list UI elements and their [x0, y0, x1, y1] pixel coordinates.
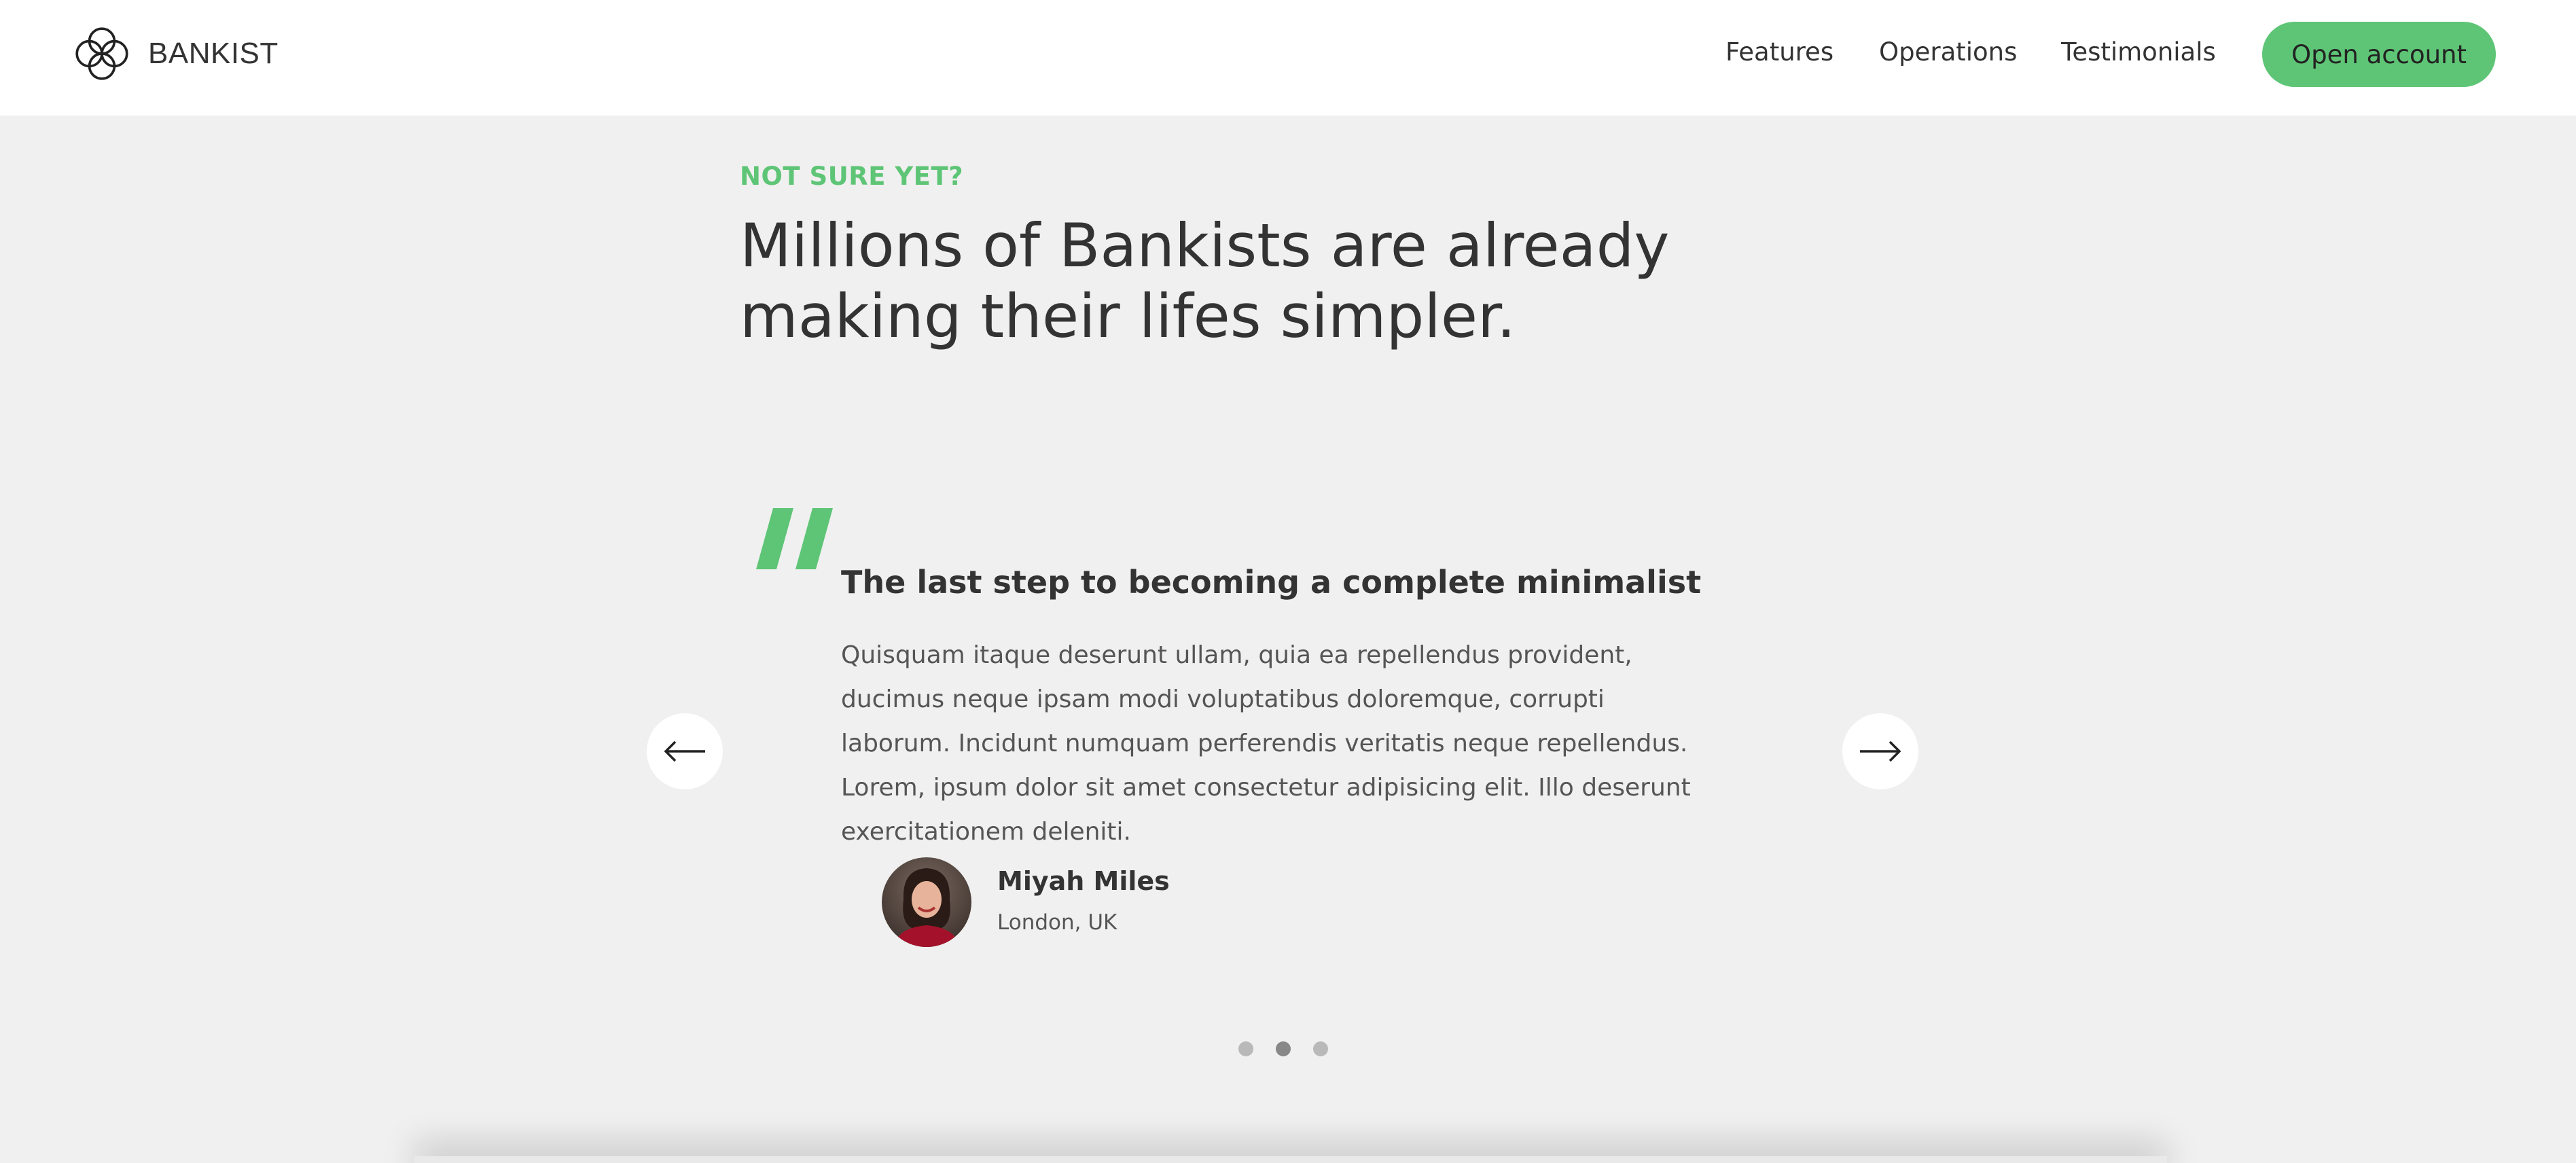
- author-name: Miyah Miles: [997, 866, 1170, 896]
- slider-previous-button[interactable]: [647, 713, 723, 789]
- testimonial-text: Quisquam itaque deserunt ullam, quia ea …: [841, 641, 1691, 846]
- nav-link-features[interactable]: Features: [1725, 37, 1833, 67]
- avatar-photo-icon: [882, 857, 971, 947]
- brand-logo[interactable]: BANKIST: [71, 23, 279, 84]
- brand-name: BANKIST: [148, 37, 279, 70]
- slider-dot-2[interactable]: [1276, 1041, 1291, 1056]
- slider-next-button[interactable]: [1842, 713, 1918, 789]
- slider-dots: [1238, 1041, 1328, 1056]
- arrow-right-icon: [1860, 740, 1901, 762]
- author-location: London, UK: [997, 910, 1117, 935]
- avatar: [882, 857, 971, 947]
- bankist-logo-icon: [75, 27, 128, 80]
- section-label: NOT SURE YET?: [740, 162, 964, 191]
- arrow-left-icon: [664, 740, 705, 762]
- testimonial-heading: The last step to becoming a complete min…: [841, 564, 1702, 601]
- top-navigation: BANKIST Features Operations Testimonials…: [0, 0, 2576, 115]
- nav-link-operations[interactable]: Operations: [1879, 37, 2017, 67]
- quote-mark-icon: [753, 508, 834, 583]
- slider-dot-3[interactable]: [1313, 1041, 1328, 1056]
- slider-dot-1[interactable]: [1238, 1041, 1253, 1056]
- section-title: Millions of Bankists are already making …: [740, 211, 1670, 351]
- next-section-edge: [414, 1156, 2167, 1163]
- open-account-button[interactable]: Open account: [2262, 22, 2496, 87]
- nav-link-testimonials[interactable]: Testimonials: [2061, 37, 2216, 67]
